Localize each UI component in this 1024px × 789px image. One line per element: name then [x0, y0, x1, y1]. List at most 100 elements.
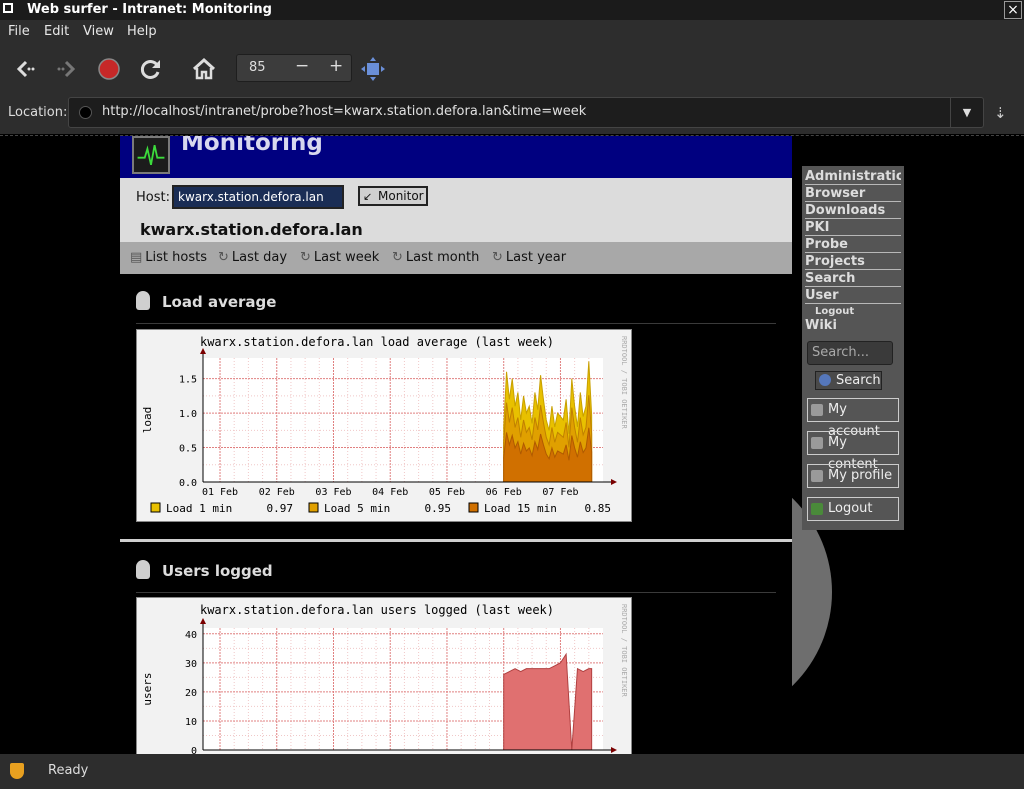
- legend-swatch-0: [150, 502, 161, 513]
- sidebar-subitem-logout[interactable]: Logout: [815, 306, 854, 317]
- user-icon: [811, 437, 823, 449]
- zoom-control: 85 − +: [236, 54, 352, 82]
- window-titlebar: Web surfer - Intranet: Monitoring ×: [0, 0, 1024, 21]
- nav-last-day[interactable]: ↻ Last day: [218, 250, 287, 265]
- list-icon: ▤: [130, 250, 143, 265]
- zoom-value[interactable]: 85: [249, 60, 266, 75]
- fullscreen-icon[interactable]: [360, 56, 386, 82]
- users-section-title: Users logged: [162, 562, 273, 580]
- location-bar: Location: http://localhost/intranet/prob…: [0, 92, 1024, 134]
- zoom-in-button[interactable]: +: [329, 56, 343, 76]
- menu-bar: File Edit View Help: [0, 20, 1024, 44]
- load-section-heading: Load average: [136, 291, 276, 311]
- load-graph-svg: 0.0 0.5 1.0 1.5 01 Feb 02 Feb 03 Feb 04 Feb 05 F…: [141, 335, 628, 515]
- monitor-arrow-icon: ↙: [363, 190, 373, 203]
- host-label: Host:: [136, 190, 170, 205]
- go-icon[interactable]: ⇣: [994, 104, 1007, 122]
- menu-edit[interactable]: Edit: [44, 24, 69, 39]
- y-tick-label: 0.0: [179, 478, 197, 489]
- chevron-down-icon[interactable]: ▼: [950, 98, 983, 127]
- sidebar-search-input[interactable]: Search...: [807, 341, 893, 365]
- sidebar-item-browser[interactable]: Browser: [805, 186, 901, 202]
- nav-last-month[interactable]: ↻ Last month: [392, 250, 479, 265]
- users-graph-svg: 010203040kwarx.station.defora.lan users …: [141, 603, 628, 754]
- web-viewport: Monitoring Host: kwarx.station.defora.la…: [0, 135, 1024, 755]
- back-icon[interactable]: [12, 56, 38, 82]
- x-tick-label: 02 Feb: [259, 487, 295, 498]
- host-heading: kwarx.station.defora.lan: [140, 220, 363, 239]
- url-input[interactable]: http://localhost/intranet/probe?host=kwa…: [68, 97, 984, 128]
- nav-last-year-label: Last year: [505, 250, 567, 265]
- sidebar-item-user[interactable]: User: [805, 288, 901, 304]
- users-section-heading: Users logged: [136, 560, 273, 580]
- menu-help[interactable]: Help: [127, 24, 157, 39]
- chart-watermark: RRDTOOL / TOBI OETIKER: [620, 604, 628, 698]
- y-tick-label: 30: [185, 659, 197, 670]
- home-icon[interactable]: [191, 56, 217, 82]
- sidebar-search-button-label: Search: [836, 373, 881, 388]
- logout-button[interactable]: Logout: [807, 497, 899, 521]
- x-tick-label: 03 Feb: [315, 487, 351, 498]
- reload-icon[interactable]: [138, 56, 164, 82]
- users-graph: 0 10 20 30 40 kwarx.station.defora.lan users …: [136, 597, 632, 754]
- logout-icon: [811, 503, 823, 515]
- stop-icon[interactable]: [96, 56, 122, 82]
- refresh-icon: ↻: [492, 250, 503, 265]
- window-menu-icon[interactable]: [3, 3, 13, 13]
- legend-label-1: Load 5 min: [324, 502, 390, 515]
- location-label: Location:: [8, 105, 68, 120]
- y-axis-label: users: [141, 672, 154, 705]
- close-icon[interactable]: ×: [1004, 1, 1022, 19]
- refresh-icon: ↻: [300, 250, 311, 265]
- x-tick-label: 04 Feb: [372, 487, 408, 498]
- home-small-icon: [811, 404, 823, 416]
- my-content-button[interactable]: My content: [807, 431, 899, 472]
- menu-file[interactable]: File: [8, 24, 30, 39]
- page-content: Monitoring Host: kwarx.station.defora.la…: [120, 136, 792, 754]
- toolbar: 85 − +: [0, 44, 1024, 92]
- site-favicon-icon: [79, 106, 92, 119]
- sidebar-search-button[interactable]: Search: [815, 371, 882, 390]
- x-axis-arrow: [611, 747, 617, 753]
- divider: [136, 323, 776, 324]
- user-icon: [811, 470, 823, 482]
- x-tick-label: 05 Feb: [429, 487, 465, 498]
- my-account-button[interactable]: My account: [807, 398, 899, 439]
- legend-value-2: 0.85: [585, 502, 612, 515]
- sidebar-item-search[interactable]: Search: [805, 271, 901, 287]
- logout-label: Logout: [828, 501, 873, 516]
- sidebar-item-projects[interactable]: Projects: [805, 254, 901, 270]
- zoom-out-button[interactable]: −: [295, 56, 309, 76]
- sidebar-item-wiki[interactable]: Wiki: [805, 318, 901, 333]
- url-text[interactable]: http://localhost/intranet/probe?host=kwa…: [102, 104, 586, 119]
- monitor-button[interactable]: ↙ Monitor: [358, 186, 428, 206]
- sidebar-item-downloads[interactable]: Downloads: [805, 203, 901, 219]
- sidebar-item-probe[interactable]: Probe: [805, 237, 901, 253]
- y-axis-label: load: [141, 407, 154, 434]
- monitoring-icon: [132, 136, 170, 174]
- chart-watermark: RRDTOOL / TOBI OETIKER: [620, 336, 628, 430]
- forward-icon[interactable]: [54, 56, 80, 82]
- y-tick-label: 1.5: [179, 375, 197, 386]
- host-input[interactable]: kwarx.station.defora.lan: [172, 185, 344, 209]
- page-banner: Monitoring: [120, 136, 792, 178]
- nav-last-year[interactable]: ↻ Last year: [492, 250, 566, 265]
- nav-list-hosts[interactable]: ▤ List hosts: [130, 250, 207, 265]
- legend-swatch-1: [308, 502, 319, 513]
- x-axis-arrow: [611, 479, 617, 485]
- y-tick-label: 1.0: [179, 409, 197, 420]
- period-nav: ▤ List hosts ↻ Last day ↻ Last week ↻ Last m…: [120, 242, 792, 274]
- nav-last-week[interactable]: ↻ Last week: [300, 250, 379, 265]
- x-tick-label: 06 Feb: [486, 487, 522, 498]
- chart-title: kwarx.station.defora.lan users logged (l…: [200, 603, 554, 617]
- bulb-icon: [136, 291, 150, 310]
- sidebar-item-administration[interactable]: Administration: [805, 169, 901, 185]
- y-tick-label: 20: [185, 688, 197, 699]
- menu-view[interactable]: View: [83, 24, 114, 39]
- legend-label-2: Load 15 min: [484, 502, 557, 515]
- sidebar-item-pki[interactable]: PKI: [805, 220, 901, 236]
- section-separator: [120, 539, 792, 542]
- nav-last-month-label: Last month: [405, 250, 480, 265]
- my-profile-button[interactable]: My profile: [807, 464, 899, 488]
- my-profile-label: My profile: [828, 468, 893, 483]
